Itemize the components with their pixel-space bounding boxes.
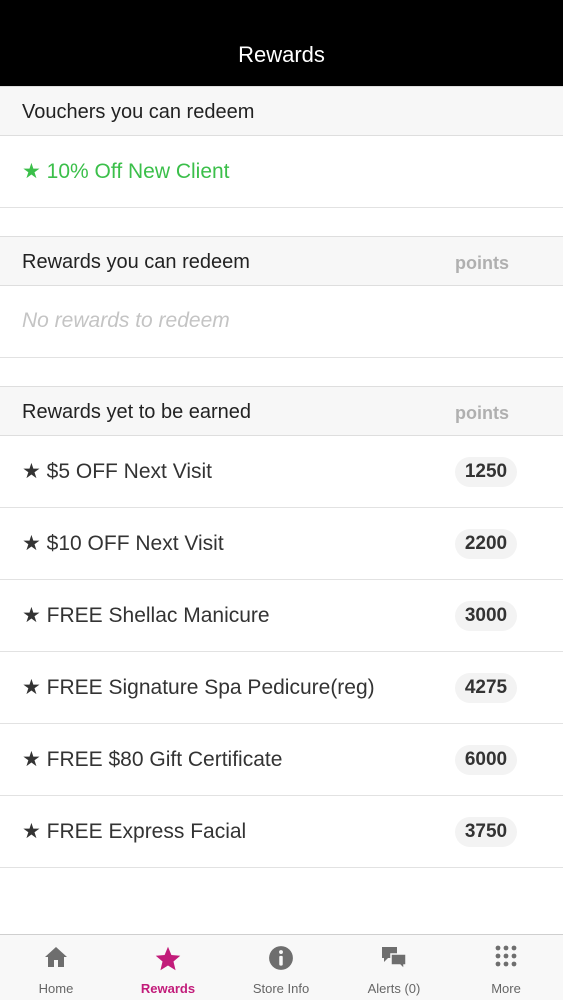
tab-bar: Home Rewards Store Info Alerts (0) More <box>0 934 563 1000</box>
tab-label: Store Info <box>252 981 310 996</box>
empty-rewards-row: No rewards to redeem <box>0 286 563 358</box>
star-icon <box>155 946 181 971</box>
reward-row[interactable]: ★ FREE Signature Spa Pedicure(reg) 4275 <box>0 652 563 724</box>
reward-row[interactable]: ★ FREE Express Facial 3750 <box>0 796 563 868</box>
home-icon <box>45 947 67 967</box>
tab-label: Rewards <box>140 981 196 996</box>
tab-label: Alerts (0) <box>367 981 421 996</box>
reward-row[interactable]: ★ $10 OFF Next Visit 2200 <box>0 508 563 580</box>
reward-points-badge: 3000 <box>455 601 517 631</box>
info-icon <box>269 946 293 970</box>
redeemable-header-label: Rewards you can redeem <box>22 251 250 273</box>
voucher-row[interactable]: ★ 10% Off New Client <box>0 136 563 208</box>
voucher-label: ★ 10% Off New Client <box>22 160 230 183</box>
chat-icon <box>382 947 407 971</box>
tab-rewards[interactable]: Rewards <box>112 935 224 1001</box>
points-column-header: points <box>455 253 509 273</box>
reward-row[interactable]: ★ FREE $80 Gift Certificate 6000 <box>0 724 563 796</box>
reward-label: ★ FREE $80 Gift Certificate <box>22 748 283 771</box>
redeemable-section-header: Rewards you can redeem points <box>0 236 563 286</box>
tab-home[interactable]: Home <box>0 935 112 1001</box>
to-earn-header-label: Rewards yet to be earned <box>22 401 252 423</box>
vouchers-section-header: Vouchers you can redeem <box>0 86 563 136</box>
tab-more[interactable]: More <box>450 935 562 1001</box>
tab-store-info[interactable]: Store Info <box>225 935 337 1001</box>
to-earn-section-header: Rewards yet to be earned points <box>0 386 563 436</box>
points-column-header: points <box>455 403 509 423</box>
tab-alerts[interactable]: Alerts (0) <box>338 935 450 1001</box>
reward-points-badge: 4275 <box>455 673 517 703</box>
reward-points-badge: 1250 <box>455 457 517 487</box>
reward-label: ★ $5 OFF Next Visit <box>22 460 212 483</box>
reward-row[interactable]: ★ FREE Shellac Manicure 3000 <box>0 580 563 652</box>
page-title: Rewards <box>238 42 325 67</box>
reward-points-badge: 2200 <box>455 529 517 559</box>
reward-points-badge: 6000 <box>455 745 517 775</box>
nav-bar: Rewards <box>0 0 563 86</box>
empty-rewards-text: No rewards to redeem <box>22 309 230 332</box>
reward-row[interactable]: ★ $5 OFF Next Visit 1250 <box>0 436 563 508</box>
section-spacer <box>0 208 563 236</box>
tab-label: More <box>491 981 521 996</box>
vouchers-header-label: Vouchers you can redeem <box>22 101 255 123</box>
reward-label: ★ FREE Shellac Manicure <box>22 604 270 627</box>
section-spacer <box>0 358 563 386</box>
reward-points-badge: 3750 <box>455 817 517 847</box>
reward-label: ★ $10 OFF Next Visit <box>22 532 224 555</box>
tab-label: Home <box>38 981 74 996</box>
reward-label: ★ FREE Signature Spa Pedicure(reg) <box>22 676 375 699</box>
grid-icon <box>495 945 517 967</box>
reward-label: ★ FREE Express Facial <box>22 820 247 843</box>
